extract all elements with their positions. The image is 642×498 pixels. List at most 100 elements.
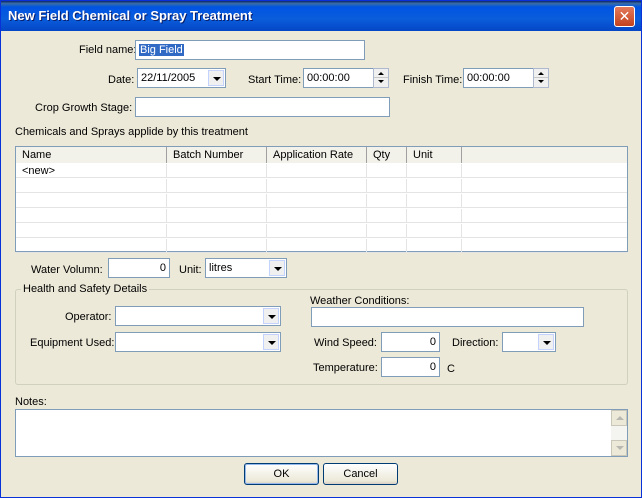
- table-cell[interactable]: <new>: [16, 164, 167, 178]
- crop-growth-stage-input[interactable]: [135, 97, 390, 117]
- table-cell[interactable]: [167, 194, 267, 208]
- spin-up-icon[interactable]: [534, 69, 548, 78]
- wind-speed-label: Wind Speed:: [314, 337, 377, 349]
- table-cell[interactable]: [267, 164, 367, 178]
- chevron-down-icon[interactable]: [263, 308, 279, 324]
- table-cell[interactable]: [267, 209, 367, 223]
- water-unit-label: Unit:: [179, 264, 202, 276]
- table-row[interactable]: [16, 239, 627, 253]
- field-name-value: Big Field: [139, 44, 184, 56]
- chemicals-section-label: Chemicals and Sprays applide by this tre…: [15, 126, 248, 138]
- notes-label: Notes:: [15, 396, 47, 408]
- notes-textarea[interactable]: [15, 409, 628, 457]
- finish-time-input[interactable]: 00:00:00: [463, 68, 535, 88]
- finish-time-spinner[interactable]: [533, 68, 549, 88]
- temperature-unit: C: [447, 363, 455, 375]
- water-unit-select[interactable]: litres: [205, 258, 287, 278]
- table-cell[interactable]: [407, 164, 462, 178]
- table-row[interactable]: [16, 224, 627, 238]
- table-cell[interactable]: [367, 179, 407, 193]
- spin-down-icon[interactable]: [534, 78, 548, 87]
- field-name-label: Field name:: [79, 44, 137, 56]
- start-time-value: 00:00:00: [307, 72, 350, 84]
- temperature-label: Temperature:: [313, 362, 378, 374]
- table-row[interactable]: [16, 209, 627, 223]
- scroll-up-icon[interactable]: [611, 410, 627, 426]
- chevron-down-icon[interactable]: [208, 70, 224, 86]
- dialog-window: New Field Chemical or Spray Treatment ✕ …: [0, 0, 642, 498]
- window-title: New Field Chemical or Spray Treatment: [8, 8, 253, 23]
- table-row[interactable]: [16, 194, 627, 208]
- table-cell[interactable]: [267, 239, 367, 253]
- crop-growth-stage-label: Crop Growth Stage:: [35, 102, 133, 114]
- chevron-down-icon[interactable]: [538, 334, 554, 350]
- wind-speed-value: 0: [429, 336, 436, 348]
- column-header-qty[interactable]: Qty: [367, 147, 407, 163]
- table-cell[interactable]: [407, 194, 462, 208]
- table-cell[interactable]: [167, 179, 267, 193]
- table-cell[interactable]: [407, 209, 462, 223]
- table-cell[interactable]: [367, 194, 407, 208]
- date-label: Date:: [108, 74, 135, 86]
- title-bar[interactable]: New Field Chemical or Spray Treatment ✕: [1, 1, 641, 31]
- chevron-down-icon[interactable]: [269, 260, 285, 276]
- equipment-used-select[interactable]: [115, 332, 281, 352]
- close-icon: ✕: [618, 8, 631, 24]
- table-cell[interactable]: [367, 164, 407, 178]
- table-cell[interactable]: [407, 179, 462, 193]
- close-button[interactable]: ✕: [614, 6, 635, 27]
- finish-time-label: Finish Time:: [403, 74, 463, 86]
- field-name-input[interactable]: Big Field: [135, 40, 365, 60]
- cancel-button[interactable]: Cancel: [323, 463, 398, 485]
- table-cell[interactable]: [167, 239, 267, 253]
- water-volume-input[interactable]: 0: [108, 258, 170, 278]
- table-cell[interactable]: [16, 239, 167, 253]
- wind-speed-input[interactable]: 0: [381, 332, 440, 352]
- table-cell[interactable]: [167, 224, 267, 238]
- operator-label: Operator:: [65, 311, 112, 323]
- table-row[interactable]: [16, 179, 627, 193]
- spin-down-icon[interactable]: [374, 78, 388, 87]
- water-volume-value: 0: [159, 262, 166, 274]
- direction-label: Direction:: [452, 337, 499, 349]
- temperature-value: 0: [429, 361, 436, 373]
- date-picker[interactable]: 22/11/2005: [137, 68, 226, 88]
- table-row[interactable]: <new>: [16, 164, 627, 178]
- table-cell[interactable]: [167, 209, 267, 223]
- start-time-label: Start Time:: [248, 74, 302, 86]
- start-time-input[interactable]: 00:00:00: [303, 68, 375, 88]
- table-cell[interactable]: [16, 194, 167, 208]
- table-cell[interactable]: [407, 224, 462, 238]
- column-header-application-rate[interactable]: Application Rate: [267, 147, 367, 163]
- table-cell[interactable]: [367, 209, 407, 223]
- table-cell[interactable]: [16, 209, 167, 223]
- health-safety-legend: Health and Safety Details: [21, 282, 150, 296]
- notes-scrollbar[interactable]: [611, 410, 627, 456]
- operator-select[interactable]: [115, 306, 281, 326]
- ok-button[interactable]: OK: [244, 463, 319, 485]
- weather-conditions-input[interactable]: [311, 307, 584, 327]
- column-header-name[interactable]: Name: [16, 147, 167, 163]
- table-cell[interactable]: [16, 224, 167, 238]
- chevron-down-icon[interactable]: [263, 334, 279, 350]
- direction-select[interactable]: [502, 332, 556, 352]
- table-cell[interactable]: [267, 179, 367, 193]
- chemicals-grid[interactable]: Name Batch Number Application Rate Qty U…: [15, 146, 628, 253]
- column-header-unit[interactable]: Unit: [407, 147, 462, 163]
- table-cell[interactable]: [16, 179, 167, 193]
- water-unit-value: litres: [209, 262, 233, 274]
- table-cell[interactable]: [267, 194, 367, 208]
- column-header-filler: [462, 147, 627, 163]
- water-volume-label: Water Volumn:: [31, 264, 103, 276]
- column-header-batch-number[interactable]: Batch Number: [167, 147, 267, 163]
- table-cell[interactable]: [367, 224, 407, 238]
- table-cell[interactable]: [267, 224, 367, 238]
- table-cell[interactable]: [407, 239, 462, 253]
- start-time-spinner[interactable]: [373, 68, 389, 88]
- temperature-input[interactable]: 0: [381, 357, 440, 377]
- date-value: 22/11/2005: [141, 72, 196, 84]
- spin-up-icon[interactable]: [374, 69, 388, 78]
- table-cell[interactable]: [167, 164, 267, 178]
- scroll-down-icon[interactable]: [611, 440, 627, 456]
- table-cell[interactable]: [367, 239, 407, 253]
